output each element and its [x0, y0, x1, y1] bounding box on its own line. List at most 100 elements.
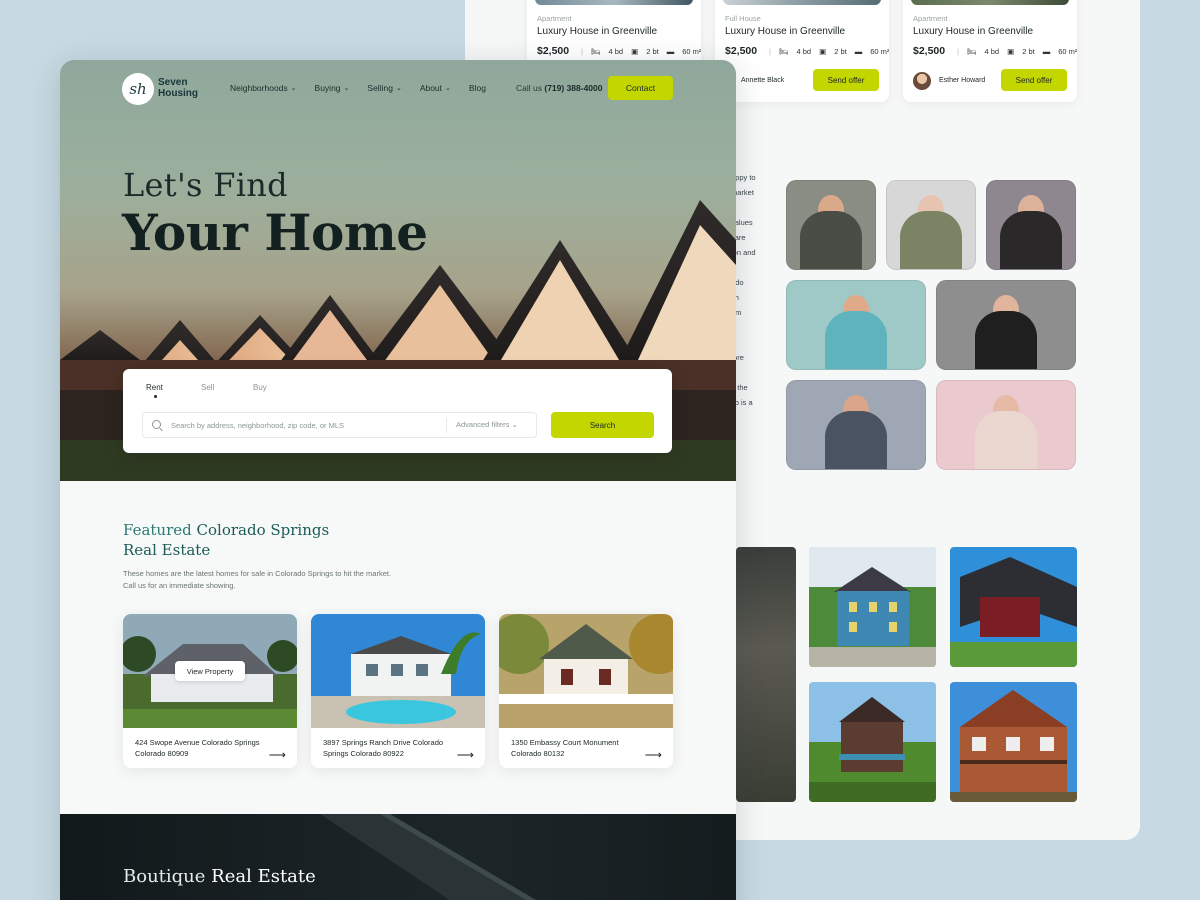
listing-type: Apartment: [913, 14, 948, 23]
property-address[interactable]: 3897 Springs Ranch Drive Colorado Spring…: [323, 737, 451, 759]
view-property-button[interactable]: View Property: [175, 661, 245, 681]
spec-separator: |: [581, 47, 583, 56]
chevron-down-icon: ⌄: [445, 85, 451, 92]
nav-label: Buying: [314, 83, 341, 93]
arrow-right-icon[interactable]: ⟶: [269, 748, 286, 762]
gallery-image[interactable]: [950, 682, 1077, 802]
beds-value: 4 bd: [984, 47, 1000, 56]
featured-title-part2: Colorado Springs: [196, 521, 330, 539]
nav-label: About: [419, 83, 443, 93]
tab-rent[interactable]: Rent: [146, 383, 163, 392]
nav-item-selling[interactable]: Selling ⌄: [367, 83, 401, 93]
area-value: 60 m²: [870, 47, 889, 56]
area-icon: ▬: [666, 47, 675, 56]
boutique-title-part1: Boutique: [123, 866, 206, 887]
nav-item-buying[interactable]: Buying ⌄: [315, 83, 350, 93]
tab-buy[interactable]: Buy: [253, 383, 267, 392]
boutique-section: [60, 814, 736, 900]
chevron-down-icon: ⌄: [395, 85, 402, 92]
nav-item-about[interactable]: About ⌄: [420, 83, 451, 93]
beds-value: 4 bd: [796, 47, 812, 56]
portrait-body: [825, 411, 887, 469]
roofline-graphic: [320, 814, 537, 900]
bed-icon: 🛏: [966, 47, 977, 56]
nav-item-blog[interactable]: Blog: [469, 83, 486, 93]
chevron-down-icon: ⌄: [511, 420, 518, 429]
boutique-title: Boutique Real Estate: [123, 866, 316, 887]
gallery-image[interactable]: [736, 547, 796, 802]
listing-image: [535, 0, 693, 5]
listing-specs: | 🛏 4 bd ▣ 2 bt ▬ 60 m²: [957, 47, 1077, 56]
brand-name[interactable]: Seven Housing: [158, 77, 218, 99]
call-us[interactable]: Call us (719) 388-4000: [516, 83, 603, 93]
listing-image: [911, 0, 1069, 5]
featured-title-part1: Featured: [123, 521, 192, 539]
listing-title[interactable]: Luxury House in Greenville: [537, 26, 657, 37]
listing-card[interactable]: Apartment Luxury House in Greenville $2,…: [903, 0, 1077, 102]
property-image: [311, 614, 485, 728]
tab-sell[interactable]: Sell: [201, 383, 214, 392]
advanced-filters-label: Advanced filters: [456, 420, 510, 429]
agent-name: Annette Black: [741, 77, 785, 84]
chevron-down-icon: ⌄: [343, 85, 350, 92]
contact-button[interactable]: Contact: [608, 76, 673, 100]
property-card[interactable]: View Property 424 Swope Avenue Colorado …: [123, 614, 297, 768]
search-field: Advanced filters ⌄: [142, 412, 537, 438]
featured-title: Featured Colorado Springs Real Estate: [123, 520, 329, 560]
listing-title[interactable]: Luxury House in Greenville: [725, 26, 845, 37]
baths-value: 2 bt: [1022, 47, 1035, 56]
area-icon: ▬: [1042, 47, 1051, 56]
hero-title-line2: Your Home: [122, 203, 428, 262]
logo-monogram[interactable]: sh: [122, 73, 154, 105]
property-image: [499, 614, 673, 728]
bath-icon: ▣: [1007, 47, 1015, 56]
listing-price: $2,500: [537, 45, 570, 57]
modern-house-illustration: [950, 547, 1077, 667]
property-address[interactable]: 424 Swope Avenue Colorado Springs Colora…: [135, 737, 263, 759]
listing-specs: | 🛏 4 bd ▣ 2 bt ▬ 60 m²: [581, 47, 701, 56]
team-member-photo: [936, 280, 1076, 370]
beds-value: 4 bd: [608, 47, 624, 56]
arrow-right-icon[interactable]: ⟶: [645, 748, 662, 762]
search-button[interactable]: Search: [551, 412, 654, 438]
gallery-image[interactable]: [950, 547, 1077, 667]
portrait-body: [975, 411, 1037, 469]
baths-value: 2 bt: [646, 47, 659, 56]
send-offer-button[interactable]: Send offer: [1001, 69, 1067, 91]
search-card: Rent Sell Buy Advanced filters ⌄ Search: [123, 369, 672, 453]
area-value: 60 m²: [682, 47, 701, 56]
main-landing-page: sh Seven Housing Neighborhoods ⌄ Buying …: [60, 60, 736, 900]
listing-type: Apartment: [537, 14, 572, 23]
nav-label: Blog: [468, 83, 486, 93]
arrow-right-icon[interactable]: ⟶: [457, 748, 474, 762]
gallery-image[interactable]: [809, 682, 936, 802]
property-card[interactable]: 1350 Embassy Court Monument Colorado 801…: [499, 614, 673, 768]
portrait-body: [900, 211, 962, 269]
gallery-image[interactable]: [809, 547, 936, 667]
property-address[interactable]: 1350 Embassy Court Monument Colorado 801…: [511, 737, 639, 759]
hero-title-line1: Let's Find: [123, 166, 288, 204]
listing-card[interactable]: Full House Luxury House in Greenville $2…: [715, 0, 889, 102]
bath-icon: ▣: [631, 47, 639, 56]
property-card[interactable]: 3897 Springs Ranch Drive Colorado Spring…: [311, 614, 485, 768]
featured-description: These homes are the latest homes for sal…: [123, 568, 423, 592]
search-input[interactable]: [171, 418, 441, 433]
listing-title[interactable]: Luxury House in Greenville: [913, 26, 1033, 37]
listing-price: $2,500: [913, 45, 946, 57]
nav-label: Selling: [367, 83, 393, 93]
nav-item-neighborhoods[interactable]: Neighborhoods ⌄: [230, 83, 297, 93]
victorian-house-illustration: [809, 682, 936, 802]
bed-icon: 🛏: [778, 47, 789, 56]
advanced-filters-dropdown[interactable]: Advanced filters ⌄: [456, 420, 518, 429]
bed-icon: 🛏: [590, 47, 601, 56]
avatar: [913, 72, 931, 90]
team-member-photo: [786, 280, 926, 370]
featured-title-line2: Real Estate: [123, 541, 211, 559]
team-member-photo: [986, 180, 1076, 270]
listing-type: Full House: [725, 14, 761, 23]
send-offer-button[interactable]: Send offer: [813, 69, 879, 91]
search-icon: [152, 420, 161, 429]
listing-specs: | 🛏 4 bd ▣ 2 bt ▬ 60 m²: [769, 47, 889, 56]
hero-section: sh Seven Housing Neighborhoods ⌄ Buying …: [60, 60, 736, 481]
phone-number[interactable]: (719) 388-4000: [544, 83, 602, 93]
